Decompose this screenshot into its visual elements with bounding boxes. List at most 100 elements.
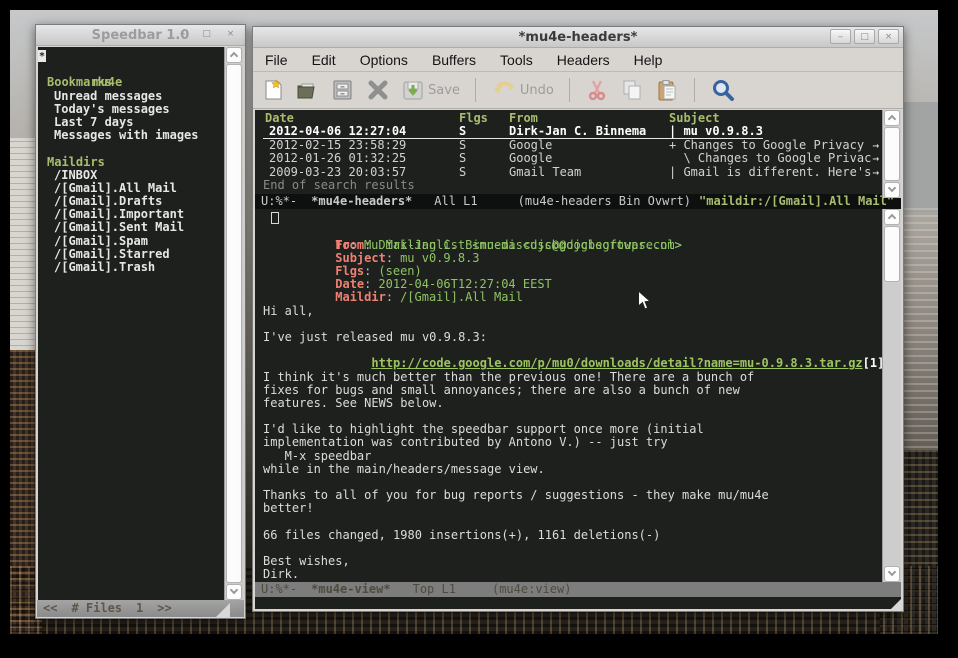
menu-headers[interactable]: Headers	[557, 52, 610, 68]
cell-flags: S	[459, 139, 509, 152]
close-icon[interactable]: ×	[878, 29, 899, 44]
header-row-wrap: 2012-04-06 12:27:04 S Dirk-Jan C. Binnem…	[263, 125, 881, 138]
column-date[interactable]: Date	[263, 112, 459, 125]
minimize-icon[interactable]: ‒	[830, 29, 851, 44]
file-cabinet-icon	[331, 78, 355, 102]
speedbar-list: * mu4e Bookmarks Unread messages Today's…	[38, 47, 224, 600]
speedbar-window: Speedbar 1.0 ‒ □ × * mu4e Bookmarks Unre…	[35, 24, 246, 619]
menu-tools[interactable]: Tools	[500, 52, 533, 68]
resize-grip[interactable]	[889, 597, 903, 611]
dired-button[interactable]	[331, 78, 355, 102]
search-button[interactable]	[710, 77, 736, 103]
sidebar-item-messages-with-images[interactable]: Messages with images	[38, 129, 224, 142]
sidebar-item-spam[interactable]: /[Gmail].Spam	[38, 235, 224, 248]
scroll-down-button[interactable]	[226, 584, 242, 600]
body-line: Dirk.	[263, 568, 881, 581]
scroll-up-button[interactable]	[884, 209, 900, 225]
menu-buffers[interactable]: Buffers	[432, 52, 476, 68]
scrollbar-thumb[interactable]	[226, 64, 242, 583]
resize-grip[interactable]	[216, 603, 230, 617]
toolbar-separator	[475, 78, 476, 102]
copy-button[interactable]	[620, 78, 644, 102]
scrollbar-thumb[interactable]	[884, 226, 900, 282]
field-to: To:Mu Mailinglist <mu-discuss@googlegrou…	[263, 225, 881, 238]
body-line: Best wishes,	[263, 555, 881, 568]
speedbar-scrollbar[interactable]	[224, 47, 243, 600]
undo-arrow-icon	[491, 78, 517, 102]
maximize-icon[interactable]: □	[854, 29, 875, 44]
speedbar-mode-toggle[interactable]: # Files	[71, 600, 122, 617]
open-file-button[interactable]	[296, 78, 320, 102]
sidebar-item-trash[interactable]: /[Gmail].Trash	[38, 261, 224, 274]
cell-date: 2012-02-15 23:58:29	[263, 139, 459, 152]
download-link[interactable]: http://code.google.com/p/mu0/downloads/d…	[371, 356, 862, 370]
emacs-titlebar[interactable]: *mu4e-headers* ‒ □ ×	[253, 27, 903, 48]
close-icon[interactable]: ×	[220, 27, 241, 42]
cut-button[interactable]	[585, 78, 609, 102]
column-flags[interactable]: Flgs	[459, 112, 509, 125]
speedbar-status-bar: << # Files 1 >>	[37, 600, 244, 617]
speedbar-forward-button[interactable]: >>	[157, 600, 171, 617]
modeline-position: Top L1	[413, 582, 456, 597]
cell-flags: S	[459, 152, 509, 165]
body-line: M-x speedbar	[263, 450, 881, 463]
save-button[interactable]: Save	[401, 77, 460, 103]
body-line	[263, 318, 881, 331]
body-line: features. See NEWS below.	[263, 397, 881, 410]
body-line: I've just released mu v0.9.8.3:	[263, 331, 881, 344]
speedbar-back-button[interactable]: <<	[43, 600, 57, 617]
new-file-button[interactable]	[263, 78, 285, 102]
speedbar-titlebar[interactable]: Speedbar 1.0 ‒ □ ×	[36, 25, 245, 46]
menu-options[interactable]: Options	[360, 52, 408, 68]
paste-button[interactable]	[655, 78, 679, 102]
column-from[interactable]: From	[509, 112, 669, 125]
body-line: 66 files changed, 1980 insertions(+), 11…	[263, 529, 881, 542]
minimize-icon[interactable]: ‒	[172, 27, 193, 42]
headers-scrollbar[interactable]	[882, 110, 901, 198]
new-file-icon	[263, 78, 285, 102]
menu-edit[interactable]: Edit	[312, 52, 336, 68]
view-scrollbar[interactable]	[882, 209, 901, 581]
scroll-down-button[interactable]	[884, 566, 900, 582]
menu-help[interactable]: Help	[634, 52, 663, 68]
body-line: better!	[263, 502, 881, 515]
column-subject[interactable]: Subject	[669, 112, 720, 125]
modeline-prefix: U:%*-	[261, 194, 297, 209]
sidebar-item-sent-mail[interactable]: /[Gmail].Sent Mail	[38, 221, 224, 234]
maildirs-heading: Maildirs	[38, 156, 224, 169]
save-icon	[401, 77, 425, 103]
cell-date: 2012-04-06 12:27:04	[263, 125, 459, 137]
body-line: fixes for bugs and small annoyances; the…	[263, 384, 881, 397]
scrollbar-thumb[interactable]	[884, 127, 900, 181]
scroll-up-button[interactable]	[884, 110, 900, 126]
sidebar-item-todays-messages[interactable]: Today's messages	[38, 103, 224, 116]
maximize-icon[interactable]: □	[196, 27, 217, 42]
menu-file[interactable]: File	[265, 52, 288, 68]
scroll-down-button[interactable]	[884, 182, 900, 198]
chevron-up-icon	[888, 214, 896, 222]
sidebar-item-inbox[interactable]: /INBOX	[38, 169, 224, 182]
undo-button[interactable]: Undo	[491, 78, 554, 102]
cell-from: Dirk-Jan C. Binnema	[509, 125, 669, 137]
message-row[interactable]: 2012-01-26 01:32:25 S Google \ Changes t…	[263, 152, 881, 165]
body-line: Hi all,	[263, 305, 881, 318]
cell-from: Google	[509, 152, 669, 165]
cell-subject: | mu v0.9.8.3	[669, 125, 763, 137]
body-line: I think it's much better than the previo…	[263, 371, 881, 384]
menu-bar: File Edit Options Buffers Tools Headers …	[253, 48, 903, 72]
toolbar-separator	[569, 78, 570, 102]
headers-column-row: Date Flgs From Subject	[263, 112, 881, 125]
message-row-current[interactable]: 2012-04-06 12:27:04 S Dirk-Jan C. Binnem…	[263, 125, 763, 138]
end-of-results-text: End of search results	[263, 179, 881, 192]
message-row[interactable]: 2012-02-15 23:58:29 S Google + Changes t…	[263, 139, 881, 152]
mouse-cursor	[637, 290, 652, 311]
truncation-arrow-icon: →	[872, 166, 879, 179]
speedbar-root-mu4e[interactable]: * mu4e	[38, 50, 224, 63]
field-maildir: Maildir:/[Gmail].All Mail	[263, 278, 881, 291]
mu4e-view-pane: From:Dirk-Jan C. Binnema <djcb@djcbsoftw…	[255, 209, 901, 581]
modeline-prefix: U:%*-	[261, 582, 297, 597]
close-buffer-button[interactable]	[366, 78, 390, 102]
scroll-up-button[interactable]	[226, 47, 242, 63]
save-label: Save	[428, 83, 460, 98]
message-row[interactable]: 2009-03-23 20:03:57 S Gmail Team | Gmail…	[263, 166, 881, 179]
